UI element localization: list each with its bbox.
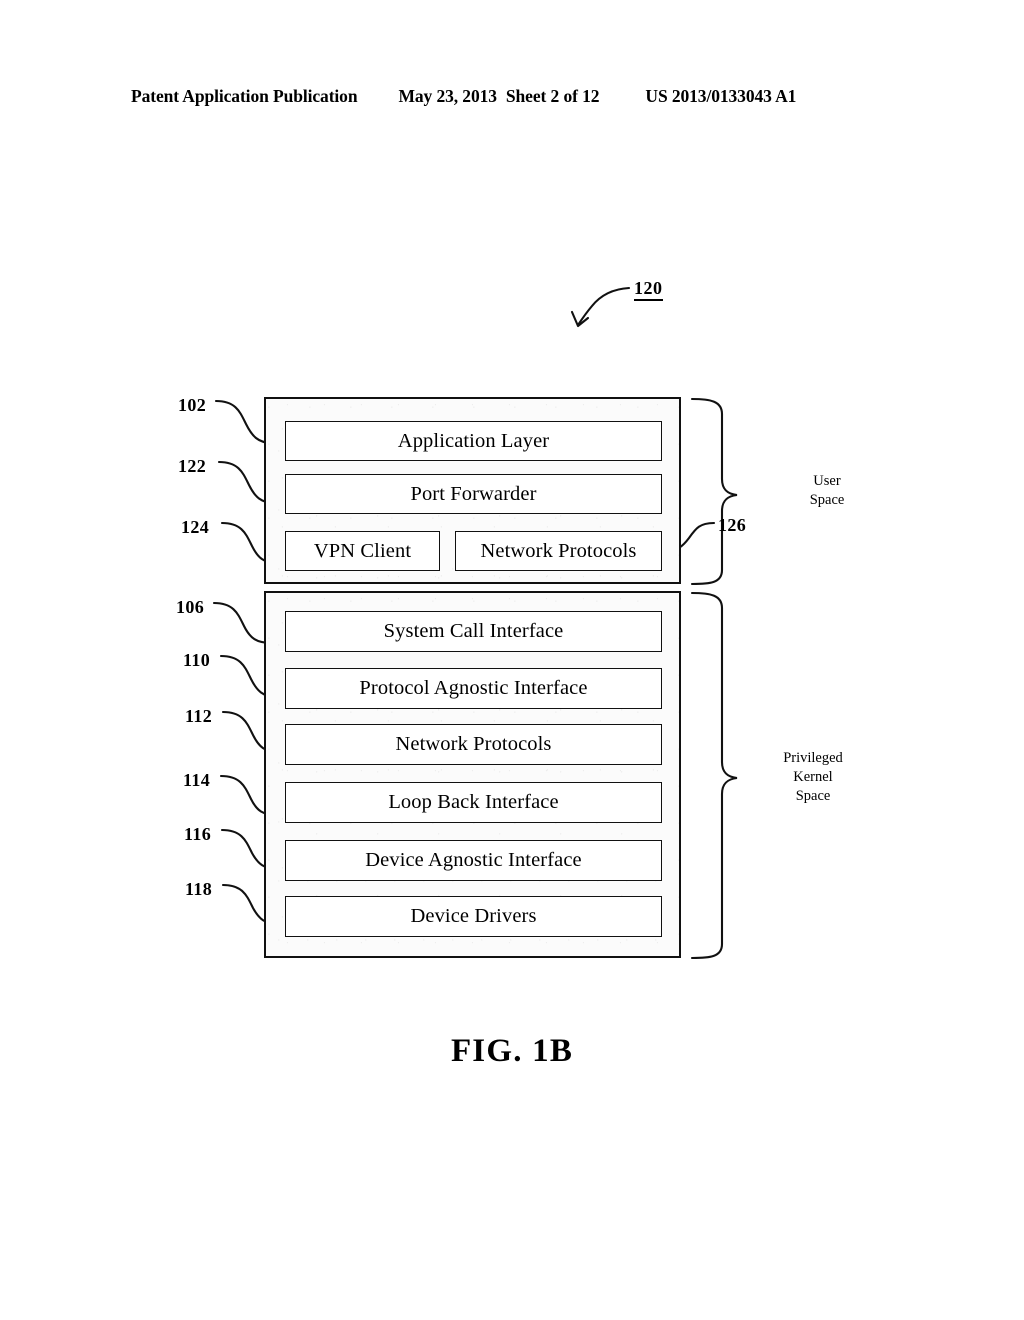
layer-label-system-call-interface: System Call Interface — [383, 620, 564, 642]
layer-box-device-drivers: Device Drivers — [285, 896, 662, 937]
brace-label-user-space: User Space — [809, 473, 845, 508]
layer-box-system-call-interface: System Call Interface — [285, 611, 662, 652]
reference-numeral-118: 118 — [185, 879, 213, 899]
layer-box-protocol-agnostic-interface: Protocol Agnostic Interface — [285, 668, 662, 709]
layer-label-loop-back-interface: Loop Back Interface — [388, 791, 559, 813]
layer-box-application-layer: Application Layer — [285, 421, 662, 461]
diagram-reference-120: 120 — [634, 279, 663, 301]
layer-label-device-agnostic-interface: Device Agnostic Interface — [365, 849, 582, 871]
layer-label-vpn-client: VPN Client — [313, 539, 412, 562]
reference-numeral-112: 112 — [185, 706, 213, 726]
layer-label-port-forwarder: Port Forwarder — [410, 482, 537, 505]
layer-label-device-drivers: Device Drivers — [410, 905, 537, 927]
reference-numeral-126: 126 — [718, 515, 747, 535]
layer-label-network-protocols-user: Network Protocols — [480, 539, 637, 562]
diagram-ref-arrow-curve — [576, 286, 631, 327]
reference-numeral-124: 124 — [181, 517, 210, 537]
layer-label-application-layer: Application Layer — [397, 429, 550, 452]
layer-box-loop-back-interface: Loop Back Interface — [285, 782, 662, 823]
figure-caption: FIG. 1B — [450, 1033, 574, 1069]
reference-numeral-110: 110 — [183, 650, 211, 670]
brace-kernel-space — [690, 591, 738, 960]
brace-user-space — [690, 397, 738, 586]
reference-numeral-122: 122 — [178, 456, 207, 476]
reference-numeral-114: 114 — [183, 770, 211, 790]
reference-numeral-116: 116 — [184, 824, 212, 844]
reference-numeral-102: 102 — [178, 395, 207, 415]
diagram-ref-arrowhead — [570, 310, 590, 328]
brace-label-privileged-kernel-space: Privileged Kernel Space — [783, 750, 843, 804]
layer-box-port-forwarder: Port Forwarder — [285, 474, 662, 514]
layer-box-network-protocols-kernel: Network Protocols — [285, 724, 662, 765]
layer-box-device-agnostic-interface: Device Agnostic Interface — [285, 840, 662, 881]
layer-label-protocol-agnostic-interface: Protocol Agnostic Interface — [359, 677, 588, 699]
figure-1b-diagram: 120 Application Layer Port Forwarder VPN… — [0, 0, 1024, 1320]
layer-box-network-protocols-user: Network Protocols — [455, 531, 662, 571]
layer-box-vpn-client: VPN Client — [285, 531, 440, 571]
layer-label-network-protocols-kernel: Network Protocols — [395, 733, 552, 755]
reference-numeral-106: 106 — [176, 597, 205, 617]
